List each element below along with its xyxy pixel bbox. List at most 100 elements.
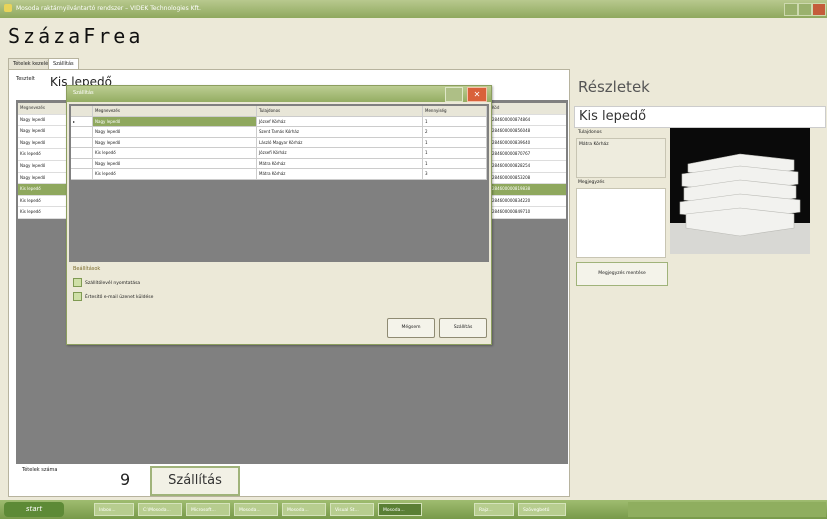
table-row[interactable]: Nagy lepedő bbox=[18, 160, 66, 173]
app-logo: SzázaFrea bbox=[8, 24, 144, 48]
cell-name[interactable]: Nagy lepedő bbox=[93, 116, 257, 127]
notes-label: Megjegyzés bbox=[578, 180, 605, 185]
table-row-selected[interactable]: Kis lepedő bbox=[18, 184, 66, 196]
table-row[interactable]: Nagy lepedő bbox=[18, 114, 66, 127]
item-title-field: Kis lepedő bbox=[574, 106, 826, 128]
minimize-button[interactable] bbox=[784, 3, 798, 16]
start-button[interactable]: start bbox=[4, 502, 64, 517]
table-row[interactable]: Nagy lepedő Mátra Kórház 1 bbox=[71, 158, 489, 169]
grid-header[interactable]: Megnevezés bbox=[18, 103, 66, 115]
table-row[interactable]: Kis lepedő bbox=[18, 207, 66, 219]
options-title: Beállítások bbox=[73, 266, 101, 272]
table-row[interactable]: Nagy lepedő Szent Tamás Kórház 2 bbox=[71, 127, 489, 138]
table-cell[interactable]: 284600000839640 bbox=[490, 137, 566, 150]
table-row[interactable]: Kis lepedő Józsefi Kórház 1 bbox=[71, 148, 489, 159]
taskbar-item[interactable]: Szövegbetű bbox=[518, 503, 566, 516]
filter-label: Tesztelt bbox=[16, 76, 35, 82]
table-cell-selected[interactable]: 284600000819838 bbox=[490, 184, 566, 196]
row-selector bbox=[71, 137, 93, 148]
item-photo bbox=[670, 128, 810, 254]
cell-quantity[interactable]: 1 bbox=[423, 116, 487, 127]
table-cell[interactable]: 284600000849710 bbox=[490, 207, 566, 219]
cell-name[interactable]: Kis lepedő bbox=[93, 148, 257, 159]
row-selector bbox=[71, 127, 93, 138]
cell-quantity[interactable]: 1 bbox=[423, 137, 487, 148]
items-grid-right[interactable]: Kód 284600000874864 284600000856048 2846… bbox=[490, 103, 566, 219]
owner-value: Mátra Kórház bbox=[579, 142, 609, 147]
cell-owner[interactable]: Mátra Kórház bbox=[257, 158, 423, 169]
dialog-title-bar[interactable]: Szállítás ✕ bbox=[67, 86, 491, 102]
maximize-button[interactable] bbox=[798, 3, 812, 16]
table-row[interactable]: ▸ Nagy lepedő József Kórház 1 bbox=[71, 116, 489, 127]
taskbar-item[interactable]: Rajz... bbox=[474, 503, 514, 516]
option-label: Értesítő e-mail üzenet küldése bbox=[85, 295, 154, 300]
column-header-quantity[interactable]: Mennyiség bbox=[423, 106, 487, 117]
option-print-waybill[interactable]: Szállítólevél nyomtatása bbox=[73, 278, 140, 287]
cell-owner[interactable]: Józsefi Kórház bbox=[257, 148, 423, 159]
table-row[interactable]: Kis lepedő Mátra Kórház 3 bbox=[71, 169, 489, 180]
window-title-bar: Mosoda raktárnyilvántartó rendszer – VID… bbox=[0, 0, 827, 18]
row-selector bbox=[71, 148, 93, 159]
taskbar-item[interactable]: Mosoda... bbox=[282, 503, 326, 516]
tab-shipping[interactable]: Szállítás bbox=[48, 58, 79, 69]
table-row[interactable]: Nagy lepedő bbox=[18, 126, 66, 138]
window-title: Mosoda raktárnyilvántartó rendszer – VID… bbox=[16, 5, 201, 12]
cell-name[interactable]: Nagy lepedő bbox=[93, 127, 257, 138]
cell-owner[interactable]: Szent Tamás Kórház bbox=[257, 127, 423, 138]
close-icon[interactable]: ✕ bbox=[467, 87, 487, 102]
taskbar-item[interactable]: Inbox... bbox=[94, 503, 134, 516]
owner-field: Mátra Kórház bbox=[576, 138, 666, 178]
cell-owner[interactable]: László Magyar Kórház bbox=[257, 137, 423, 148]
cell-quantity[interactable]: 2 bbox=[423, 127, 487, 138]
row-header-corner bbox=[71, 106, 93, 117]
column-header-owner[interactable]: Tulajdonos bbox=[257, 106, 423, 117]
cancel-button[interactable]: Mégsem bbox=[387, 318, 435, 338]
cell-name[interactable]: Nagy lepedő bbox=[93, 137, 257, 148]
table-row[interactable]: Kis lepedő bbox=[18, 195, 66, 208]
table-cell[interactable]: 284600000853208 bbox=[490, 172, 566, 185]
table-row[interactable]: Nagy lepedő bbox=[18, 137, 66, 150]
taskbar-item[interactable]: Mosoda... bbox=[234, 503, 278, 516]
save-notes-button[interactable]: Megjegyzés mentése bbox=[576, 262, 668, 286]
owner-label: Tulajdonos bbox=[578, 130, 602, 135]
table-row[interactable]: Kis lepedő bbox=[18, 149, 66, 161]
option-send-email[interactable]: Értesítő e-mail üzenet küldése bbox=[73, 292, 153, 301]
items-grid-left[interactable]: Megnevezés Nagy lepedő Nagy lepedő Nagy … bbox=[18, 103, 66, 219]
table-cell[interactable]: 284600000856048 bbox=[490, 126, 566, 138]
taskbar-item[interactable]: C:\Mosoda... bbox=[138, 503, 182, 516]
help-icon[interactable] bbox=[445, 87, 463, 102]
item-count-label: Tételek száma bbox=[22, 467, 58, 473]
taskbar-item-active[interactable]: Mosoda... bbox=[378, 503, 422, 516]
notes-textarea[interactable] bbox=[576, 188, 666, 258]
system-tray[interactable] bbox=[628, 502, 826, 517]
taskbar: start Inbox... C:\Mosoda... Microsoft...… bbox=[0, 500, 827, 519]
table-cell[interactable]: 284600000834220 bbox=[490, 195, 566, 208]
taskbar-item[interactable]: Microsoft... bbox=[186, 503, 230, 516]
cell-owner[interactable]: Mátra Kórház bbox=[257, 169, 423, 180]
table-row[interactable]: Nagy lepedő bbox=[18, 172, 66, 185]
column-header-name[interactable]: Megnevezés bbox=[93, 106, 257, 117]
details-heading: Részletek bbox=[578, 78, 650, 96]
row-selector bbox=[71, 158, 93, 169]
checkbox[interactable] bbox=[73, 292, 82, 301]
checkbox[interactable] bbox=[73, 278, 82, 287]
cell-quantity[interactable]: 1 bbox=[423, 148, 487, 159]
table-cell[interactable]: 284600000828254 bbox=[490, 160, 566, 173]
cell-owner[interactable]: József Kórház bbox=[257, 116, 423, 127]
shipping-dialog: Szállítás ✕ Megnevezés Tulajdonos Mennyi… bbox=[66, 85, 492, 345]
cell-name[interactable]: Kis lepedő bbox=[93, 169, 257, 180]
cell-quantity[interactable]: 1 bbox=[423, 158, 487, 169]
dialog-title: Szállítás bbox=[73, 90, 94, 96]
cell-name[interactable]: Nagy lepedő bbox=[93, 158, 257, 169]
ship-button[interactable]: Szállítás bbox=[150, 466, 240, 496]
confirm-ship-button[interactable]: Szállítás bbox=[439, 318, 487, 338]
table-cell[interactable]: 284600000874864 bbox=[490, 114, 566, 127]
close-button[interactable] bbox=[812, 3, 826, 16]
grid-header[interactable]: Kód bbox=[490, 103, 566, 115]
taskbar-item[interactable]: Visual St... bbox=[330, 503, 374, 516]
item-title: Kis lepedő bbox=[579, 109, 647, 124]
cell-quantity[interactable]: 3 bbox=[423, 169, 487, 180]
table-cell[interactable]: 284600000870767 bbox=[490, 149, 566, 161]
table-row[interactable]: Nagy lepedő László Magyar Kórház 1 bbox=[71, 137, 489, 148]
row-selector-arrow: ▸ bbox=[71, 116, 93, 127]
